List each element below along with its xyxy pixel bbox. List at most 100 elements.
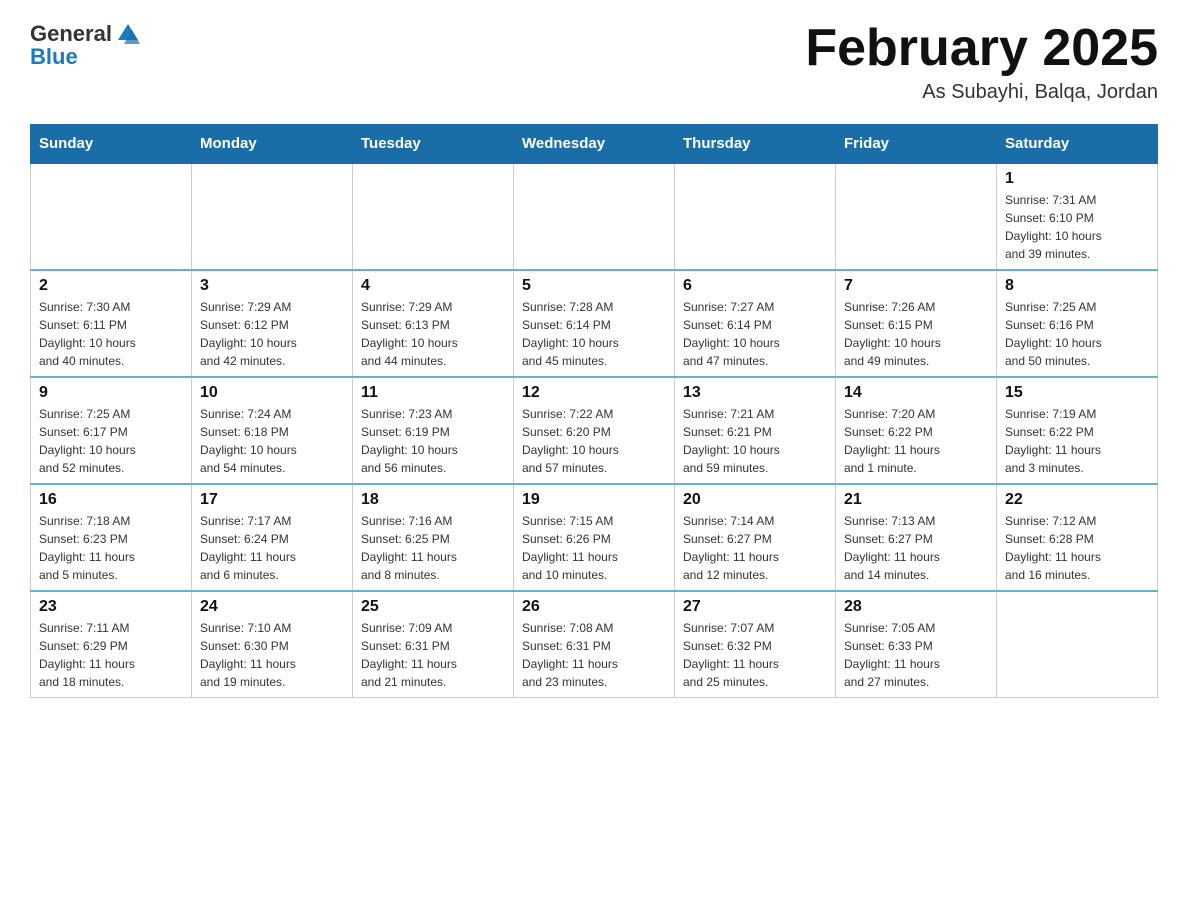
location: As Subayhi, Balqa, Jordan: [805, 81, 1158, 104]
calendar-cell: [836, 163, 997, 270]
day-info: Sunrise: 7:25 AMSunset: 6:16 PMDaylight:…: [1005, 298, 1149, 370]
day-info: Sunrise: 7:10 AMSunset: 6:30 PMDaylight:…: [200, 619, 344, 691]
day-number: 9: [39, 384, 183, 402]
day-info: Sunrise: 7:28 AMSunset: 6:14 PMDaylight:…: [522, 298, 666, 370]
day-number: 16: [39, 491, 183, 509]
day-info: Sunrise: 7:26 AMSunset: 6:15 PMDaylight:…: [844, 298, 988, 370]
day-info: Sunrise: 7:29 AMSunset: 6:13 PMDaylight:…: [361, 298, 505, 370]
day-number: 26: [522, 598, 666, 616]
day-header-sunday: Sunday: [31, 125, 192, 164]
logo-blue: Blue: [30, 44, 142, 70]
day-info: Sunrise: 7:23 AMSunset: 6:19 PMDaylight:…: [361, 405, 505, 477]
calendar-cell: 25 Sunrise: 7:09 AMSunset: 6:31 PMDayligh…: [353, 591, 514, 698]
calendar-week-row: 16 Sunrise: 7:18 AMSunset: 6:23 PMDayligh…: [31, 484, 1158, 591]
calendar-cell: 1 Sunrise: 7:31 AMSunset: 6:10 PMDaylight…: [997, 163, 1158, 270]
calendar-cell: 4 Sunrise: 7:29 AMSunset: 6:13 PMDaylight…: [353, 270, 514, 377]
day-number: 4: [361, 277, 505, 295]
day-number: 18: [361, 491, 505, 509]
day-info: Sunrise: 7:13 AMSunset: 6:27 PMDaylight:…: [844, 512, 988, 584]
day-number: 17: [200, 491, 344, 509]
day-info: Sunrise: 7:16 AMSunset: 6:25 PMDaylight:…: [361, 512, 505, 584]
day-number: 1: [1005, 170, 1149, 188]
day-info: Sunrise: 7:22 AMSunset: 6:20 PMDaylight:…: [522, 405, 666, 477]
calendar-cell: 5 Sunrise: 7:28 AMSunset: 6:14 PMDaylight…: [514, 270, 675, 377]
calendar-cell: 22 Sunrise: 7:12 AMSunset: 6:28 PMDayligh…: [997, 484, 1158, 591]
day-info: Sunrise: 7:20 AMSunset: 6:22 PMDaylight:…: [844, 405, 988, 477]
day-number: 13: [683, 384, 827, 402]
calendar-cell: 13 Sunrise: 7:21 AMSunset: 6:21 PMDayligh…: [675, 377, 836, 484]
calendar-cell: [514, 163, 675, 270]
day-info: Sunrise: 7:09 AMSunset: 6:31 PMDaylight:…: [361, 619, 505, 691]
day-header-monday: Monday: [192, 125, 353, 164]
day-number: 27: [683, 598, 827, 616]
day-header-wednesday: Wednesday: [514, 125, 675, 164]
calendar-cell: [675, 163, 836, 270]
day-number: 19: [522, 491, 666, 509]
calendar-week-row: 2 Sunrise: 7:30 AMSunset: 6:11 PMDaylight…: [31, 270, 1158, 377]
calendar-header-row: SundayMondayTuesdayWednesdayThursdayFrid…: [31, 125, 1158, 164]
day-number: 3: [200, 277, 344, 295]
day-info: Sunrise: 7:11 AMSunset: 6:29 PMDaylight:…: [39, 619, 183, 691]
day-number: 28: [844, 598, 988, 616]
calendar-cell: [31, 163, 192, 270]
day-info: Sunrise: 7:29 AMSunset: 6:12 PMDaylight:…: [200, 298, 344, 370]
calendar-week-row: 9 Sunrise: 7:25 AMSunset: 6:17 PMDaylight…: [31, 377, 1158, 484]
calendar-cell: 6 Sunrise: 7:27 AMSunset: 6:14 PMDaylight…: [675, 270, 836, 377]
day-number: 20: [683, 491, 827, 509]
month-title: February 2025: [805, 20, 1158, 77]
calendar-cell: 10 Sunrise: 7:24 AMSunset: 6:18 PMDayligh…: [192, 377, 353, 484]
day-header-friday: Friday: [836, 125, 997, 164]
day-header-tuesday: Tuesday: [353, 125, 514, 164]
day-number: 21: [844, 491, 988, 509]
day-number: 10: [200, 384, 344, 402]
day-number: 25: [361, 598, 505, 616]
day-number: 11: [361, 384, 505, 402]
day-header-thursday: Thursday: [675, 125, 836, 164]
day-number: 5: [522, 277, 666, 295]
calendar-cell: 8 Sunrise: 7:25 AMSunset: 6:16 PMDaylight…: [997, 270, 1158, 377]
calendar-cell: 21 Sunrise: 7:13 AMSunset: 6:27 PMDayligh…: [836, 484, 997, 591]
day-number: 6: [683, 277, 827, 295]
day-info: Sunrise: 7:08 AMSunset: 6:31 PMDaylight:…: [522, 619, 666, 691]
calendar-cell: 17 Sunrise: 7:17 AMSunset: 6:24 PMDayligh…: [192, 484, 353, 591]
day-number: 2: [39, 277, 183, 295]
day-number: 12: [522, 384, 666, 402]
title-section: February 2025 As Subayhi, Balqa, Jordan: [805, 20, 1158, 104]
calendar-cell: 16 Sunrise: 7:18 AMSunset: 6:23 PMDayligh…: [31, 484, 192, 591]
calendar-cell: 2 Sunrise: 7:30 AMSunset: 6:11 PMDaylight…: [31, 270, 192, 377]
calendar-week-row: 23 Sunrise: 7:11 AMSunset: 6:29 PMDayligh…: [31, 591, 1158, 698]
day-info: Sunrise: 7:27 AMSunset: 6:14 PMDaylight:…: [683, 298, 827, 370]
calendar-cell: 18 Sunrise: 7:16 AMSunset: 6:25 PMDayligh…: [353, 484, 514, 591]
calendar-cell: 9 Sunrise: 7:25 AMSunset: 6:17 PMDaylight…: [31, 377, 192, 484]
day-info: Sunrise: 7:07 AMSunset: 6:32 PMDaylight:…: [683, 619, 827, 691]
day-info: Sunrise: 7:17 AMSunset: 6:24 PMDaylight:…: [200, 512, 344, 584]
day-info: Sunrise: 7:24 AMSunset: 6:18 PMDaylight:…: [200, 405, 344, 477]
calendar-cell: [353, 163, 514, 270]
day-info: Sunrise: 7:31 AMSunset: 6:10 PMDaylight:…: [1005, 191, 1149, 263]
day-info: Sunrise: 7:21 AMSunset: 6:21 PMDaylight:…: [683, 405, 827, 477]
calendar-cell: 23 Sunrise: 7:11 AMSunset: 6:29 PMDayligh…: [31, 591, 192, 698]
calendar-cell: 7Sunrise: 7:26 AMSunset: 6:15 PMDaylight…: [836, 270, 997, 377]
calendar-cell: 20 Sunrise: 7:14 AMSunset: 6:27 PMDayligh…: [675, 484, 836, 591]
day-info: Sunrise: 7:12 AMSunset: 6:28 PMDaylight:…: [1005, 512, 1149, 584]
calendar-cell: 26 Sunrise: 7:08 AMSunset: 6:31 PMDayligh…: [514, 591, 675, 698]
day-number: 14: [844, 384, 988, 402]
day-header-saturday: Saturday: [997, 125, 1158, 164]
calendar-cell: [997, 591, 1158, 698]
day-number: 23: [39, 598, 183, 616]
day-number: 22: [1005, 491, 1149, 509]
day-info: Sunrise: 7:14 AMSunset: 6:27 PMDaylight:…: [683, 512, 827, 584]
calendar-cell: 24 Sunrise: 7:10 AMSunset: 6:30 PMDayligh…: [192, 591, 353, 698]
calendar-table: SundayMondayTuesdayWednesdayThursdayFrid…: [30, 124, 1158, 698]
day-info: Sunrise: 7:25 AMSunset: 6:17 PMDaylight:…: [39, 405, 183, 477]
logo: General Blue: [30, 20, 142, 70]
day-number: 24: [200, 598, 344, 616]
calendar-week-row: 1 Sunrise: 7:31 AMSunset: 6:10 PMDaylight…: [31, 163, 1158, 270]
day-info: Sunrise: 7:05 AMSunset: 6:33 PMDaylight:…: [844, 619, 988, 691]
calendar-cell: 3 Sunrise: 7:29 AMSunset: 6:12 PMDaylight…: [192, 270, 353, 377]
day-info: Sunrise: 7:30 AMSunset: 6:11 PMDaylight:…: [39, 298, 183, 370]
day-info: Sunrise: 7:18 AMSunset: 6:23 PMDaylight:…: [39, 512, 183, 584]
calendar-cell: [192, 163, 353, 270]
day-info: Sunrise: 7:15 AMSunset: 6:26 PMDaylight:…: [522, 512, 666, 584]
day-number: 8: [1005, 277, 1149, 295]
